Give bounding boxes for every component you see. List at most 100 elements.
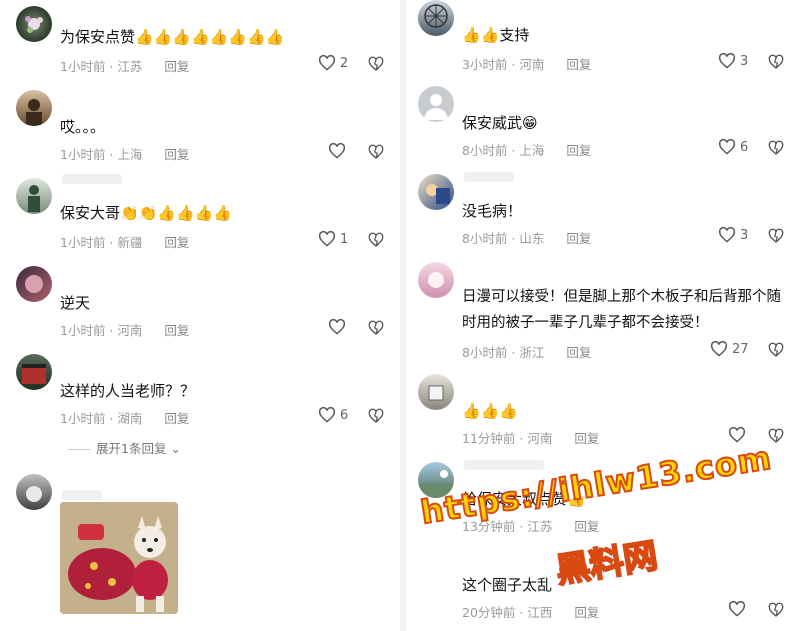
reply-button[interactable]: 回复 <box>566 345 591 360</box>
expand-replies-button[interactable]: 展开1条回复 ⌄ <box>68 438 181 457</box>
comment-time: 3小时前 <box>462 57 508 72</box>
clap-and-thumbs-emoji-row: 👏👏👍👍👍👍 <box>120 204 233 222</box>
like-button[interactable]: 6 <box>318 407 348 423</box>
avatar[interactable] <box>418 174 454 210</box>
like-count: 6 <box>740 139 749 155</box>
object-avatar-icon <box>428 385 444 401</box>
dislike-button[interactable] <box>768 228 784 248</box>
avatar[interactable] <box>418 262 454 298</box>
comment-time: 1小时前 <box>60 59 106 74</box>
person-avatar-icon <box>28 185 40 212</box>
reply-button[interactable]: 回复 <box>574 431 599 446</box>
broken-heart-icon <box>368 320 384 335</box>
dislike-button[interactable] <box>768 140 784 160</box>
heart-icon <box>710 341 728 357</box>
dislike-button[interactable] <box>368 56 384 76</box>
comment-body: 支持 <box>499 26 530 44</box>
comment-location: 上海 <box>519 143 545 158</box>
avatar[interactable] <box>16 90 52 126</box>
thumbs-up-emoji-row: 👍👍 <box>462 26 500 44</box>
heart-icon <box>318 55 336 71</box>
chevron-down-icon: ⌄ <box>166 441 181 456</box>
avatar[interactable] <box>418 0 454 36</box>
reply-button[interactable]: 回复 <box>566 231 591 246</box>
comment-meta: 8小时前 · 山东 回复 <box>462 231 592 246</box>
broken-heart-icon <box>768 140 784 155</box>
comment-meta: 8小时前 · 上海 回复 <box>462 143 592 158</box>
reply-button[interactable]: 回复 <box>164 235 189 250</box>
comment-list-right[interactable]: 👍👍支持 3小时前 · 河南回复 3 保安威武😁 8小时前 · 上海回复 6 <box>400 0 800 631</box>
heart-icon <box>728 601 746 617</box>
broken-heart-icon <box>368 144 384 159</box>
cartoon-avatar-icon <box>426 184 450 204</box>
avatar[interactable] <box>16 354 52 390</box>
reply-button[interactable]: 回复 <box>574 519 599 534</box>
comment-time: 13分钟前 <box>462 519 516 534</box>
dislike-button[interactable] <box>368 408 384 428</box>
comment-location: 山东 <box>519 231 545 246</box>
comment-photo[interactable] <box>60 502 178 614</box>
comment-meta: 1小时前 · 湖南 回复 <box>60 411 190 426</box>
broken-heart-icon <box>768 228 784 243</box>
like-button[interactable] <box>728 427 750 443</box>
comment-time: 1小时前 <box>60 323 106 338</box>
comment-meta: 1小时前 · 上海 回复 <box>60 147 190 162</box>
reply-button[interactable]: 回复 <box>164 147 189 162</box>
comment-time: 1小时前 <box>60 411 106 426</box>
reply-button[interactable]: 回复 <box>164 411 189 426</box>
username-placeholder <box>62 174 122 184</box>
like-button[interactable]: 6 <box>718 139 748 155</box>
comment-body: 保安大哥 <box>60 204 121 222</box>
dislike-button[interactable] <box>768 342 784 362</box>
dislike-button[interactable] <box>768 54 784 74</box>
heart-icon <box>718 139 736 155</box>
reply-button[interactable]: 回复 <box>566 143 591 158</box>
ferris-wheel-avatar-icon <box>424 4 448 28</box>
like-button[interactable]: 3 <box>718 53 748 69</box>
dislike-button[interactable] <box>768 602 784 622</box>
thumbs-up-emoji-row: 👍👍👍 <box>462 402 519 420</box>
avatar[interactable] <box>16 474 52 510</box>
avatar[interactable] <box>418 374 454 410</box>
dislike-button[interactable] <box>368 232 384 252</box>
broken-heart-icon <box>768 54 784 69</box>
comment-meta: 1小时前 · 江苏 回复 <box>60 59 190 74</box>
dislike-button[interactable] <box>368 144 384 164</box>
avatar[interactable] <box>16 6 52 42</box>
dislike-button[interactable] <box>768 428 784 448</box>
like-count: 3 <box>740 53 749 69</box>
like-button[interactable]: 27 <box>710 341 749 357</box>
comment-location: 浙江 <box>519 345 545 360</box>
like-count: 1 <box>340 231 349 247</box>
username-placeholder <box>464 172 514 182</box>
comment-time: 8小时前 <box>462 231 508 246</box>
reply-button[interactable]: 回复 <box>164 59 189 74</box>
like-button[interactable] <box>328 319 350 335</box>
like-button[interactable]: 2 <box>318 55 348 71</box>
like-button[interactable] <box>728 601 750 617</box>
thumbs-up-emoji-row: 👍👍👍👍👍👍👍👍 <box>135 28 285 46</box>
avatar[interactable] <box>418 462 454 498</box>
avatar[interactable] <box>418 86 454 122</box>
heart-icon <box>318 231 336 247</box>
comment-location: 湖南 <box>117 411 143 426</box>
reply-button[interactable]: 回复 <box>574 605 599 620</box>
reply-button[interactable]: 回复 <box>566 57 591 72</box>
comment-time: 1小时前 <box>60 235 106 250</box>
broken-heart-icon <box>768 342 784 357</box>
comment-body: 日漫可以接受！但是脚上那个木板子和后背那个随时用的被子一辈子几辈子都不会接受！ <box>462 289 781 331</box>
like-button[interactable]: 3 <box>718 227 748 243</box>
heart-icon <box>728 427 746 443</box>
dislike-button[interactable] <box>368 320 384 340</box>
avatar[interactable] <box>16 178 52 214</box>
comment-body: 给保安大叔点赞 <box>462 490 568 508</box>
broken-heart-icon <box>368 56 384 71</box>
reply-button[interactable]: 回复 <box>164 323 189 338</box>
anime-avatar-icon <box>25 275 43 293</box>
expand-divider <box>68 449 90 450</box>
like-button[interactable] <box>328 143 350 159</box>
like-button[interactable]: 1 <box>318 231 348 247</box>
avatar[interactable] <box>16 266 52 302</box>
comment-meta: 8小时前 · 浙江 回复 <box>462 345 592 360</box>
comment-list-left[interactable]: 为保安点赞👍👍👍👍👍👍👍👍 1小时前 · 江苏 回复 2 哎。。。 1小时前 · … <box>0 0 400 631</box>
